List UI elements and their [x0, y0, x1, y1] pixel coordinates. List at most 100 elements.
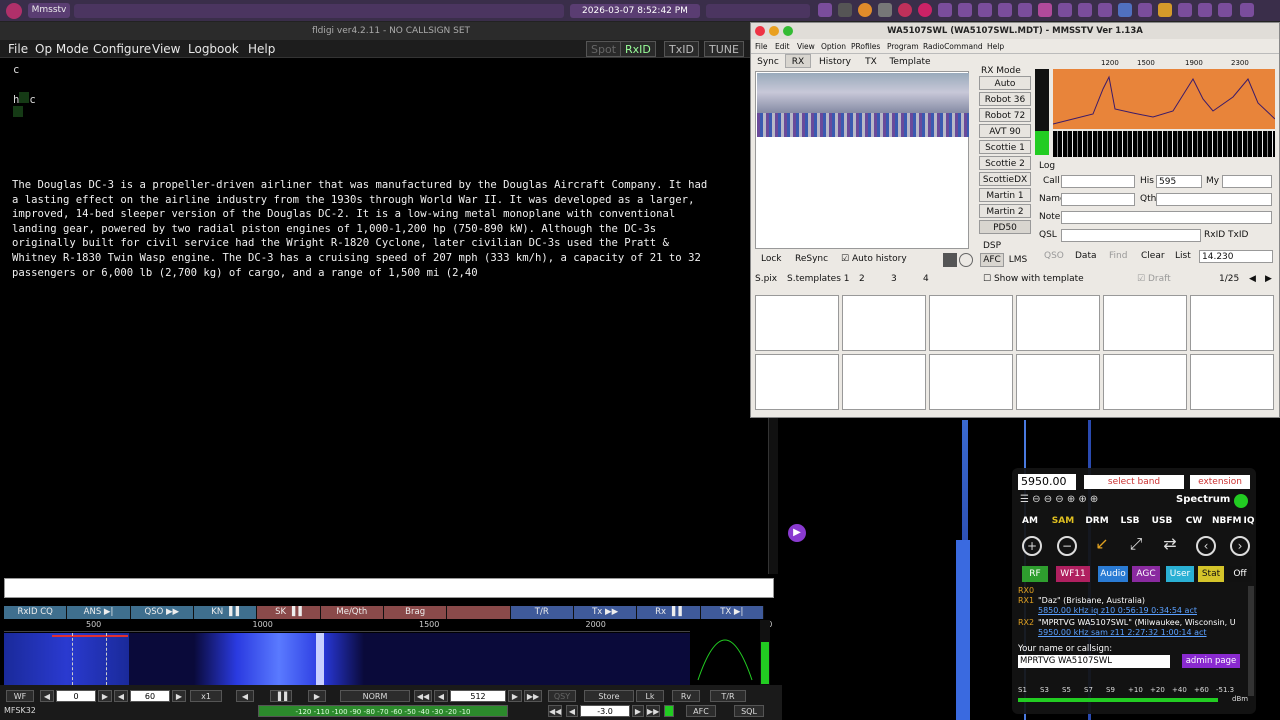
- tray-icon-19[interactable]: [1178, 3, 1192, 17]
- macro-button[interactable]: TX ▶|: [700, 606, 764, 619]
- afc-forward-button[interactable]: ▶: [632, 705, 644, 717]
- panel-tab-button[interactable]: RF: [1022, 566, 1048, 582]
- taskbar-window-area[interactable]: [74, 4, 564, 18]
- tray-icon-11[interactable]: [1018, 3, 1032, 17]
- afc-field[interactable]: -3.0: [580, 705, 630, 717]
- admin-page-button[interactable]: admin page: [1182, 654, 1240, 668]
- tray-icon-18[interactable]: [1158, 3, 1172, 17]
- demod-mode-button[interactable]: CW: [1180, 514, 1208, 528]
- mm-menu-edit[interactable]: Edit: [775, 42, 790, 51]
- template-slot[interactable]: [929, 354, 1013, 410]
- find-button[interactable]: Find: [1109, 251, 1127, 261]
- call-input[interactable]: [1061, 175, 1135, 188]
- tray-icon-15[interactable]: [1098, 3, 1112, 17]
- txid-label[interactable]: TxID: [1228, 230, 1248, 240]
- rxid-toggle[interactable]: RxID: [620, 41, 656, 57]
- afc-forward2-button[interactable]: ▶▶: [646, 705, 660, 717]
- macro-button[interactable]: Brag: [383, 606, 448, 619]
- power-icon[interactable]: [1240, 3, 1254, 17]
- frequency-input[interactable]: 5950.00: [1018, 474, 1076, 490]
- panel-tab-button[interactable]: Audio: [1098, 566, 1128, 582]
- mm-waterfall[interactable]: [1053, 131, 1275, 157]
- auto-history-checkbox[interactable]: ☑ Auto history: [841, 254, 907, 264]
- tab-sync[interactable]: Sync: [755, 55, 781, 69]
- tray-icon-4[interactable]: [878, 3, 892, 17]
- prev-icon[interactable]: ‹: [1196, 536, 1216, 556]
- tab-stemplates-1[interactable]: S.templates 1: [787, 274, 849, 284]
- wf-pause-button[interactable]: ▐▐: [270, 690, 292, 702]
- lms-toggle[interactable]: LMS: [1006, 253, 1030, 267]
- afc-back2-button[interactable]: ◀◀: [548, 705, 562, 717]
- panel-tab-button[interactable]: AGC: [1132, 566, 1160, 582]
- rx-mode-button[interactable]: Robot 72: [979, 108, 1031, 122]
- tune-toggle[interactable]: TUNE: [704, 41, 744, 57]
- name-input[interactable]: [1061, 193, 1135, 206]
- zoom-controls[interactable]: ☰ ⊖ ⊖ ⊖ ⊕ ⊕ ⊕: [1020, 494, 1150, 508]
- speaker-icon[interactable]: [1234, 494, 1248, 508]
- wf-mode-button[interactable]: WF: [6, 690, 34, 702]
- menu-file[interactable]: File: [8, 42, 28, 56]
- tray-icon-5[interactable]: [898, 3, 912, 17]
- macro-button[interactable]: KN ▐▐: [193, 606, 258, 619]
- mm-menu-view[interactable]: View: [797, 42, 815, 51]
- lock-button[interactable]: Lk: [636, 690, 664, 702]
- menu-view[interactable]: View: [152, 42, 180, 56]
- show-with-template-checkbox[interactable]: ☐ Show with template: [983, 274, 1084, 284]
- macro-button[interactable]: SK ▐▐: [257, 606, 321, 619]
- qso-button[interactable]: QSO: [1044, 251, 1064, 261]
- mm-menu-help[interactable]: Help: [987, 42, 1004, 51]
- zoom-to-band-icon[interactable]: ↙: [1092, 536, 1112, 556]
- wf-back-button[interactable]: ◀: [236, 690, 254, 702]
- rx-mode-button[interactable]: Martin 1: [979, 188, 1031, 202]
- next-icon[interactable]: ›: [1230, 536, 1250, 556]
- macro-button[interactable]: ANS ▶|: [67, 606, 131, 619]
- macro-button[interactable]: T/R: [510, 606, 574, 619]
- demod-mode-button[interactable]: DRM: [1082, 514, 1112, 528]
- template-slot[interactable]: [842, 354, 926, 410]
- next-page-button[interactable]: ▶: [1265, 274, 1272, 284]
- macro-button[interactable]: Me/Qth: [320, 606, 384, 619]
- mm-menu-file[interactable]: File: [755, 42, 768, 51]
- fft-field[interactable]: 512: [450, 690, 506, 702]
- browser-icon[interactable]: [858, 3, 872, 17]
- tr-button[interactable]: T/R: [710, 690, 746, 702]
- tab-history[interactable]: History: [815, 55, 855, 69]
- tab-spix[interactable]: S.pix: [755, 274, 777, 284]
- prev-page-button[interactable]: ◀: [1249, 274, 1256, 284]
- menu-logbook[interactable]: Logbook: [188, 42, 239, 56]
- data-button[interactable]: Data: [1075, 251, 1097, 261]
- tray-icon-13[interactable]: [1058, 3, 1072, 17]
- tab-stemplates-2[interactable]: 2: [859, 274, 865, 284]
- bluetooth-icon[interactable]: [1118, 3, 1132, 17]
- mm-menu-radiocommand[interactable]: RadioCommand: [923, 42, 983, 51]
- template-slot[interactable]: [1016, 354, 1100, 410]
- taskbar-mmsstv[interactable]: Mmsstv: [28, 3, 70, 18]
- rx-mode-button[interactable]: ScottieDX: [979, 172, 1031, 186]
- clock[interactable]: 2026-03-07 8:52:42 PM: [570, 4, 700, 18]
- demod-mode-button[interactable]: AM: [1018, 514, 1042, 528]
- template-slot[interactable]: [755, 354, 839, 410]
- mm-menu-profiles[interactable]: PRofiles: [851, 42, 880, 51]
- sdr-panel-scrollbar[interactable]: [1248, 586, 1254, 696]
- mm-menu-option[interactable]: Option: [821, 42, 846, 51]
- app-menu-icon[interactable]: [6, 3, 22, 19]
- tab-rx[interactable]: RX: [785, 54, 811, 68]
- resync-button[interactable]: ReSync: [795, 254, 828, 264]
- qsl-input[interactable]: [1061, 229, 1201, 242]
- tx-text-input[interactable]: [4, 578, 774, 598]
- extension-select[interactable]: extension: [1190, 475, 1250, 489]
- tab-tx[interactable]: TX: [859, 55, 883, 69]
- step-back-button[interactable]: ◀: [434, 690, 448, 702]
- his-select[interactable]: 595: [1156, 175, 1202, 188]
- zoom-max-icon[interactable]: ⤢: [1126, 536, 1146, 556]
- template-slot[interactable]: [842, 295, 926, 351]
- rx-mode-button[interactable]: PD50: [979, 220, 1031, 234]
- mode-indicator[interactable]: MFSK32: [4, 705, 94, 717]
- band-select[interactable]: select band: [1084, 475, 1184, 489]
- reverse-button[interactable]: Rv: [672, 690, 700, 702]
- template-slot[interactable]: [1103, 354, 1187, 410]
- sql-button[interactable]: SQL: [734, 705, 764, 717]
- play-icon[interactable]: ▶: [788, 524, 806, 542]
- minimize-icon[interactable]: [769, 26, 779, 36]
- callsign-input[interactable]: MPRTVG WA5107SWL: [1018, 655, 1170, 668]
